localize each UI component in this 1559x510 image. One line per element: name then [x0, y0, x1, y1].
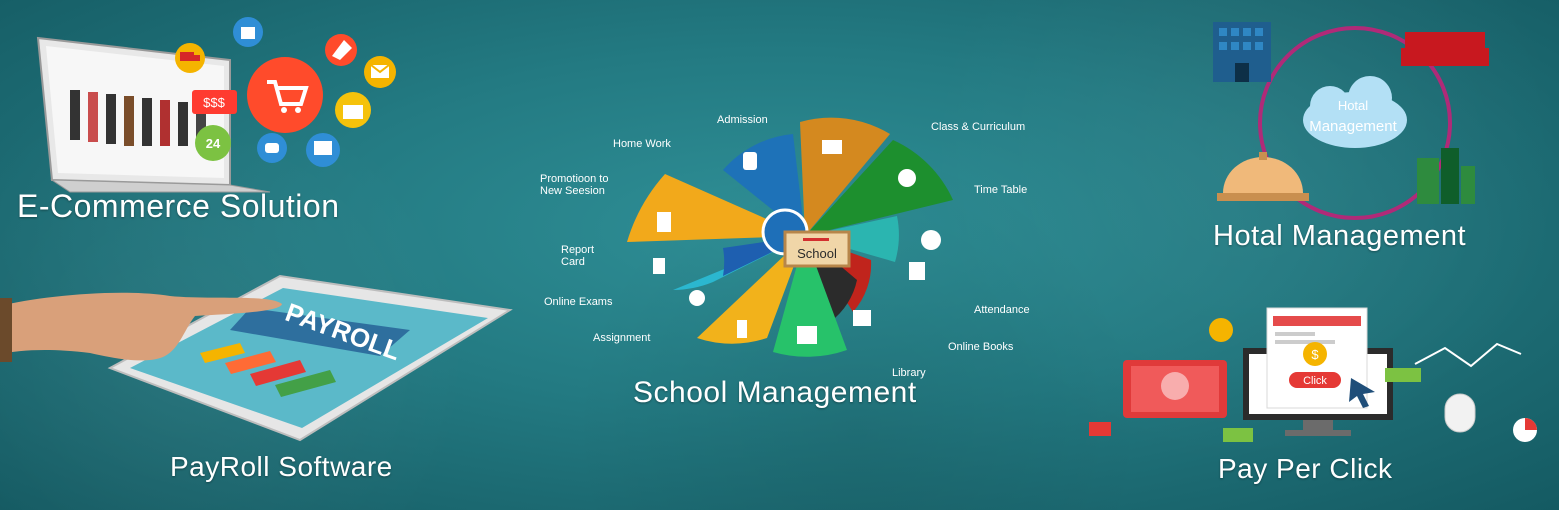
- school-title: School Management: [633, 376, 917, 409]
- ebook-icon: [853, 310, 871, 326]
- payroll-illustration: PAYROLL: [0, 274, 513, 442]
- trend-line-icon: [1414, 342, 1522, 368]
- report-card-icon: [653, 258, 665, 274]
- hotel-title: Hotal Management: [1213, 220, 1467, 252]
- ppc-title: Pay Per Click: [1218, 453, 1393, 484]
- lightbulb-icon: [898, 169, 916, 187]
- hotel-illustration: Hotal Management: [1213, 22, 1489, 220]
- backpack-icon: [743, 152, 757, 170]
- microscope-icon: [737, 320, 747, 338]
- bookshelf-icon: [797, 326, 817, 344]
- label-report-2: Card: [561, 256, 585, 268]
- clock-icon: [921, 230, 941, 250]
- cloud-line2: Management: [1309, 118, 1397, 135]
- click-label: Click: [1303, 375, 1327, 387]
- school-wheel: School: [627, 117, 953, 357]
- phone-device-icon: [1123, 360, 1227, 418]
- ecommerce-title: E-Commerce Solution: [17, 188, 340, 224]
- luggage-icon: [1417, 148, 1475, 204]
- bed-icon: [1401, 32, 1489, 66]
- label-online-books: Online Books: [948, 341, 1014, 353]
- cloud-line1: Hotal: [1338, 98, 1368, 113]
- service-bell-icon: [1217, 152, 1309, 201]
- laptop-icon: [36, 36, 271, 193]
- payroll-title: PayRoll Software: [170, 451, 393, 482]
- label-promotion-1: Promotioon to: [540, 173, 609, 185]
- running-icon: [657, 212, 671, 232]
- mouse-icon: [1444, 393, 1476, 433]
- label-attendance: Attendance: [974, 304, 1030, 316]
- label-time-table: Time Table: [974, 184, 1028, 196]
- cart-icon: [247, 57, 323, 133]
- clipboard-icon: [909, 262, 925, 280]
- label-class-curriculum: Class & Curriculum: [931, 121, 1026, 133]
- label-online-exams: Online Exams: [544, 296, 613, 308]
- label-home-work: Home Work: [613, 138, 671, 150]
- money-label: $$$: [203, 95, 225, 110]
- top-coin-icon: [1209, 318, 1233, 342]
- ecommerce-illustration: $$$ 24: [36, 17, 396, 193]
- building-icon: [1213, 22, 1271, 82]
- label-assignment: Assignment: [593, 332, 651, 344]
- chat-bubble-icon: [1089, 422, 1111, 436]
- coin-symbol: $: [1311, 347, 1319, 362]
- label-admission: Admission: [717, 114, 768, 126]
- label-promotion-2: New Seesion: [540, 185, 605, 197]
- student-icon: [689, 290, 705, 306]
- certificate-icon: [822, 140, 842, 154]
- school-center-label: School: [797, 246, 837, 261]
- ppc-illustration: $ Click: [1089, 307, 1537, 442]
- money-bill-icon: [1385, 368, 1421, 382]
- hours-label: 24: [206, 136, 221, 151]
- bill-icon: [1223, 428, 1253, 442]
- label-report-1: Report: [561, 244, 595, 256]
